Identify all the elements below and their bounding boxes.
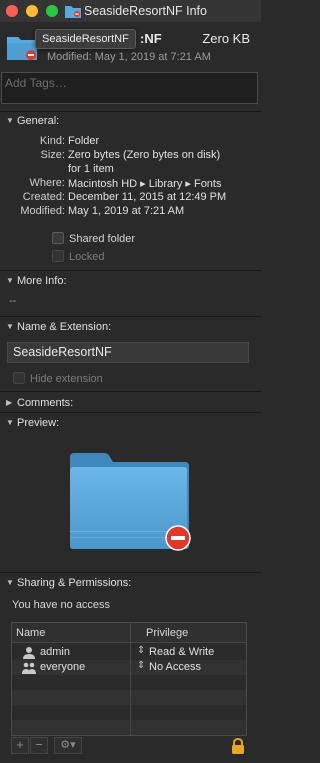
item-count-value: for 1 item	[68, 163, 114, 175]
name-field[interactable]: SeasideResortNF	[7, 342, 249, 363]
table-header: Name Privilege	[12, 623, 246, 643]
table-row-everyone[interactable]: everyone ⇕ No Access	[12, 660, 246, 675]
shared-folder-checkbox[interactable]: Shared folder	[52, 232, 135, 245]
divider	[0, 270, 261, 271]
column-divider	[130, 623, 131, 735]
disclosure-open-icon: ▼	[6, 276, 14, 285]
created-row: Created: December 11, 2015 at 12:49 PM	[0, 191, 261, 205]
kind-row: Kind: Folder	[0, 135, 261, 149]
kind-label: Kind:	[39, 135, 65, 147]
close-window-button[interactable]	[6, 5, 18, 17]
where-row: Where: Macintosh HD ▸ Library ▸ Fonts	[0, 177, 261, 191]
checkbox-box	[52, 250, 64, 262]
access-status: You have no access	[12, 599, 111, 611]
stepper-icon[interactable]: ⇕	[137, 645, 145, 656]
tags-input[interactable]: Add Tags…	[1, 72, 258, 104]
modified-row: Modified: May 1, 2019 at 7:21 AM	[0, 205, 261, 219]
lock-icon[interactable]	[231, 738, 245, 754]
table-row-empty	[12, 720, 246, 735]
file-name-heading: :NF	[140, 31, 162, 46]
folder-icon	[65, 6, 81, 18]
window-title: SeasideResortNF Info	[84, 4, 207, 18]
name-column-header[interactable]: Name	[16, 627, 45, 639]
group-icon	[22, 662, 36, 674]
divider	[0, 111, 261, 112]
filename-tooltip: SeasideResortNF	[35, 29, 136, 49]
table-row-admin[interactable]: admin ⇕ Read & Write	[12, 645, 246, 660]
created-label: Created:	[22, 191, 65, 203]
divider	[0, 316, 261, 317]
info-header: SeasideResortNF :NF Zero KB Modified: Ma…	[0, 22, 261, 112]
checkbox-box	[13, 372, 25, 384]
zoom-window-button[interactable]	[46, 5, 58, 17]
disclosure-closed-icon: ▶	[6, 398, 13, 407]
created-value: December 11, 2015 at 12:49 PM	[68, 191, 227, 203]
divider	[0, 391, 261, 392]
stepper-icon[interactable]: ⇕	[137, 660, 145, 671]
kind-value: Folder	[68, 135, 100, 147]
disclosure-open-icon: ▼	[6, 578, 14, 587]
disclosure-open-icon: ▼	[6, 322, 14, 331]
user-name: everyone	[40, 661, 86, 673]
size-value: Zero bytes (Zero bytes on disk)	[68, 149, 221, 161]
size-row-continued: for 1 item	[0, 163, 261, 177]
minimize-window-button[interactable]	[26, 5, 38, 17]
modified-value: May 1, 2019 at 7:21 AM	[68, 205, 185, 217]
permissions-table: Name Privilege admin ⇕ Read & Write ever…	[11, 622, 247, 736]
section-comments-toggle[interactable]: ▶ Comments:	[6, 397, 73, 409]
modified-label: Modified:	[20, 205, 65, 217]
folder-preview-icon	[70, 453, 191, 551]
privilege-column-header[interactable]: Privilege	[146, 627, 188, 639]
locked-checkbox[interactable]: Locked	[52, 250, 104, 263]
section-name-extension-label: Name & Extension:	[17, 321, 112, 333]
table-row-empty	[12, 690, 246, 705]
size-row: Size: Zero bytes (Zero bytes on disk)	[0, 149, 261, 163]
section-comments-label: Comments:	[17, 397, 74, 409]
size-label: Size:	[40, 149, 65, 161]
user-icon	[23, 647, 35, 659]
more-info-value: --	[9, 295, 17, 307]
action-menu-button[interactable]: ⚙▾	[54, 737, 82, 754]
privilege-value[interactable]: Read & Write	[149, 646, 214, 658]
title-bar: SeasideResortNF Info	[0, 0, 261, 22]
shared-folder-label: Shared folder	[69, 233, 136, 245]
section-preview-label: Preview:	[17, 417, 60, 429]
privilege-value[interactable]: No Access	[149, 661, 201, 673]
section-preview-toggle[interactable]: ▼ Preview:	[6, 417, 59, 429]
checkbox-box	[52, 232, 64, 244]
file-size: Zero KB	[202, 31, 250, 46]
section-more-info-toggle[interactable]: ▼ More Info:	[6, 275, 67, 287]
folder-icon	[7, 37, 37, 60]
divider	[0, 412, 261, 413]
hide-extension-checkbox[interactable]: Hide extension	[13, 372, 103, 385]
disclosure-open-icon: ▼	[6, 418, 14, 427]
section-sharing-label: Sharing & Permissions:	[17, 577, 132, 589]
user-name: admin	[40, 646, 70, 658]
table-row-empty	[12, 705, 246, 720]
locked-label: Locked	[69, 251, 105, 263]
where-label: Where:	[29, 177, 65, 189]
add-user-button[interactable]: +	[11, 737, 29, 754]
divider	[0, 572, 261, 573]
table-row-empty	[12, 675, 246, 690]
remove-user-button[interactable]: −	[30, 737, 48, 754]
disclosure-open-icon: ▼	[6, 116, 14, 125]
section-general-toggle[interactable]: ▼ General:	[6, 115, 59, 127]
section-name-extension-toggle[interactable]: ▼ Name & Extension:	[6, 321, 111, 333]
hide-extension-label: Hide extension	[30, 373, 103, 385]
section-sharing-toggle[interactable]: ▼ Sharing & Permissions:	[6, 577, 131, 589]
section-general-label: General:	[17, 115, 60, 127]
where-value: Macintosh HD ▸ Library ▸ Fonts	[68, 178, 222, 190]
modified-date: Modified: May 1, 2019 at 7:21 AM	[47, 51, 211, 63]
section-more-info-label: More Info:	[17, 275, 67, 287]
